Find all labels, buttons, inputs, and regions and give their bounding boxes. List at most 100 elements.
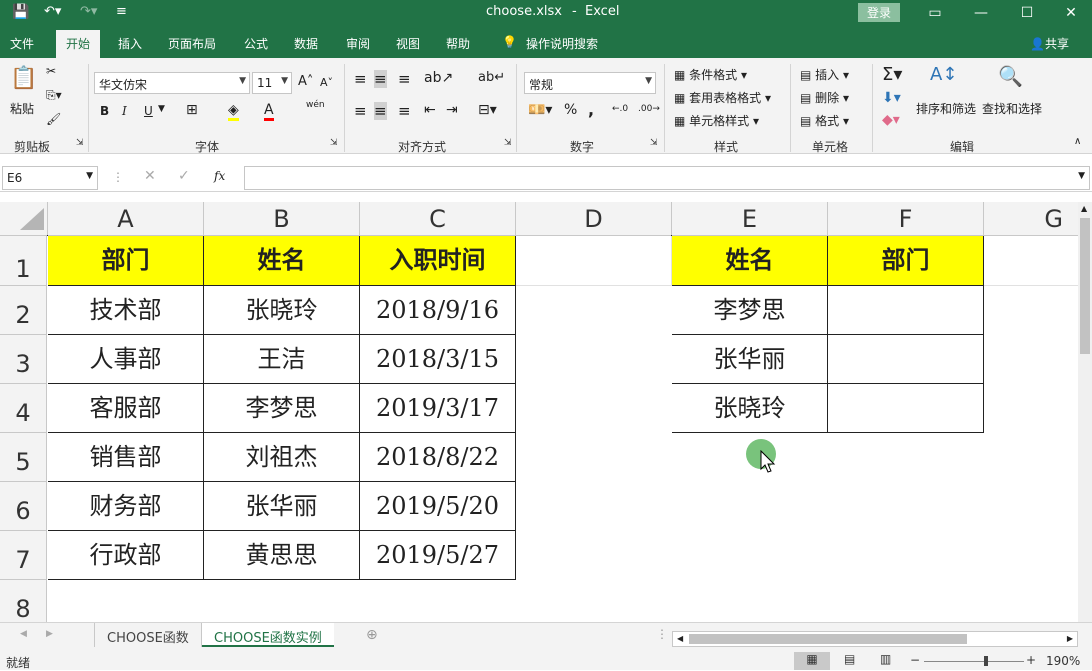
cell-g1[interactable]	[984, 236, 1078, 286]
comma-button[interactable]: ,	[588, 100, 594, 119]
row-header-2[interactable]: 2	[0, 286, 47, 335]
page-layout-view-icon[interactable]: ▤	[844, 652, 855, 666]
table-cell[interactable]: 2018/8/22	[360, 433, 516, 482]
format-painter-icon[interactable]: 🖌	[46, 112, 61, 126]
cancel-icon[interactable]: ✕	[144, 168, 156, 184]
select-all-corner[interactable]	[0, 202, 48, 236]
table-cell[interactable]: 张华丽	[672, 335, 828, 384]
conditional-format-button[interactable]: ▦ 条件格式 ▾	[674, 66, 747, 83]
table-cell[interactable]: 销售部	[48, 433, 204, 482]
normal-view-icon[interactable]: ▦	[794, 652, 830, 670]
column-header-a[interactable]: A	[48, 202, 204, 236]
alignment-launcher-icon[interactable]: ⇲	[504, 138, 512, 148]
table-cell[interactable]	[828, 286, 984, 335]
underline-button[interactable]: U	[144, 104, 153, 118]
vertical-scrollbar[interactable]: ▲	[1078, 202, 1092, 622]
row-header-1[interactable]: 1	[0, 236, 47, 286]
number-launcher-icon[interactable]: ⇲	[650, 138, 658, 148]
delete-cells-button[interactable]: ▤ 删除 ▾	[800, 89, 849, 106]
zoom-slider-thumb[interactable]	[984, 656, 988, 666]
row-header-8[interactable]: 8	[0, 580, 47, 622]
row-header-3[interactable]: 3	[0, 335, 47, 384]
tell-me-search[interactable]: 操作说明搜索	[526, 35, 598, 52]
customize-qat-icon[interactable]: ≡	[116, 4, 127, 19]
page-break-view-icon[interactable]: ▥	[880, 652, 891, 666]
enter-icon[interactable]: ✓	[178, 168, 190, 184]
align-center-icon[interactable]: ≡	[374, 102, 387, 120]
undo-icon[interactable]: ↶▾	[44, 4, 61, 19]
login-button[interactable]: 登录	[858, 3, 901, 22]
prev-sheet-icon[interactable]: ◀	[20, 629, 27, 639]
table-cell[interactable]: 黄思思	[204, 531, 360, 580]
autosum-icon[interactable]: Σ▾	[882, 64, 902, 85]
cell-d1[interactable]	[516, 236, 672, 286]
clipboard-launcher-icon[interactable]: ⇲	[76, 138, 84, 148]
chevron-down-icon[interactable]: ▼	[158, 104, 165, 114]
fill-icon[interactable]: ⬇▾	[882, 90, 901, 106]
horizontal-scrollbar[interactable]: ◀ ▶	[672, 631, 1078, 647]
number-format-select[interactable]: 常规 ▼	[524, 72, 656, 94]
increase-indent-icon[interactable]: ⇥	[446, 102, 458, 118]
redo-icon[interactable]: ↷▾	[80, 4, 97, 19]
row-header-7[interactable]: 7	[0, 531, 47, 580]
find-icon[interactable]: 🔍	[998, 64, 1023, 88]
row-header-5[interactable]: 5	[0, 433, 47, 482]
font-launcher-icon[interactable]: ⇲	[330, 138, 338, 148]
horizontal-scroll-thumb[interactable]	[689, 634, 967, 644]
row-header-6[interactable]: 6	[0, 482, 47, 531]
fill-color-icon[interactable]: ◈	[228, 102, 239, 121]
row-header-4[interactable]: 4	[0, 384, 47, 433]
find-select-button[interactable]: 查找和选择	[982, 100, 1042, 117]
table-cell[interactable]: 财务部	[48, 482, 204, 531]
cut-icon[interactable]: ✂	[46, 64, 56, 78]
decrease-indent-icon[interactable]: ⇤	[424, 102, 436, 118]
italic-button[interactable]: I	[122, 104, 127, 118]
tab-insert[interactable]: 插入	[118, 35, 142, 52]
phonetic-button[interactable]: wén	[306, 100, 325, 110]
cell-styles-button[interactable]: ▦ 单元格样式 ▾	[674, 112, 759, 129]
column-header-g[interactable]: G	[984, 202, 1078, 236]
table-cell[interactable]: 人事部	[48, 335, 204, 384]
borders-icon[interactable]: ⊞	[186, 102, 198, 118]
sort-filter-icon[interactable]: A↕	[930, 64, 957, 85]
scroll-up-icon[interactable]: ▲	[1081, 204, 1087, 213]
column-header-b[interactable]: B	[204, 202, 360, 236]
zoom-in-icon[interactable]: +	[1026, 653, 1036, 667]
decrease-decimal-icon[interactable]: .00→	[638, 104, 660, 114]
minimize-button[interactable]: —	[958, 0, 1004, 26]
header-cell-name[interactable]: 姓名	[204, 236, 360, 286]
table-cell[interactable]: 张晓玲	[672, 384, 828, 433]
table-cell[interactable]: 2019/5/20	[360, 482, 516, 531]
column-header-f[interactable]: F	[828, 202, 984, 236]
shrink-font-icon[interactable]: A˅	[320, 76, 333, 89]
header-cell-name[interactable]: 姓名	[672, 236, 828, 286]
table-cell[interactable]: 2018/9/16	[360, 286, 516, 335]
bold-button[interactable]: B	[100, 104, 109, 118]
align-top-icon[interactable]: ≡	[354, 70, 367, 88]
clear-icon[interactable]: ◆▾	[882, 112, 900, 128]
align-left-icon[interactable]: ≡	[354, 102, 367, 120]
column-header-d[interactable]: D	[516, 202, 672, 236]
align-middle-icon[interactable]: ≡	[374, 70, 387, 88]
table-cell[interactable]: 刘祖杰	[204, 433, 360, 482]
header-cell-department[interactable]: 部门	[48, 236, 204, 286]
orientation-icon[interactable]: ab↗	[424, 70, 453, 86]
align-right-icon[interactable]: ≡	[398, 102, 411, 120]
table-cell[interactable]: 行政部	[48, 531, 204, 580]
table-cell[interactable]: 张华丽	[204, 482, 360, 531]
column-header-e[interactable]: E	[672, 202, 828, 236]
currency-icon[interactable]: 💴▾	[528, 102, 552, 118]
tab-view[interactable]: 视图	[396, 35, 420, 52]
column-header-c[interactable]: C	[360, 202, 516, 236]
format-cells-button[interactable]: ▤ 格式 ▾	[800, 112, 849, 129]
tab-help[interactable]: 帮助	[446, 35, 470, 52]
percent-button[interactable]: %	[564, 102, 577, 118]
table-cell[interactable]: 王洁	[204, 335, 360, 384]
tab-home[interactable]: 开始	[56, 30, 101, 58]
table-cell[interactable]: 客服部	[48, 384, 204, 433]
ribbon-display-icon[interactable]: ▭	[912, 0, 958, 26]
name-box[interactable]: E6 ▼	[2, 166, 98, 190]
tab-review[interactable]: 审阅	[346, 35, 370, 52]
tab-file[interactable]: 文件	[10, 35, 34, 52]
table-cell[interactable]: 2019/3/17	[360, 384, 516, 433]
